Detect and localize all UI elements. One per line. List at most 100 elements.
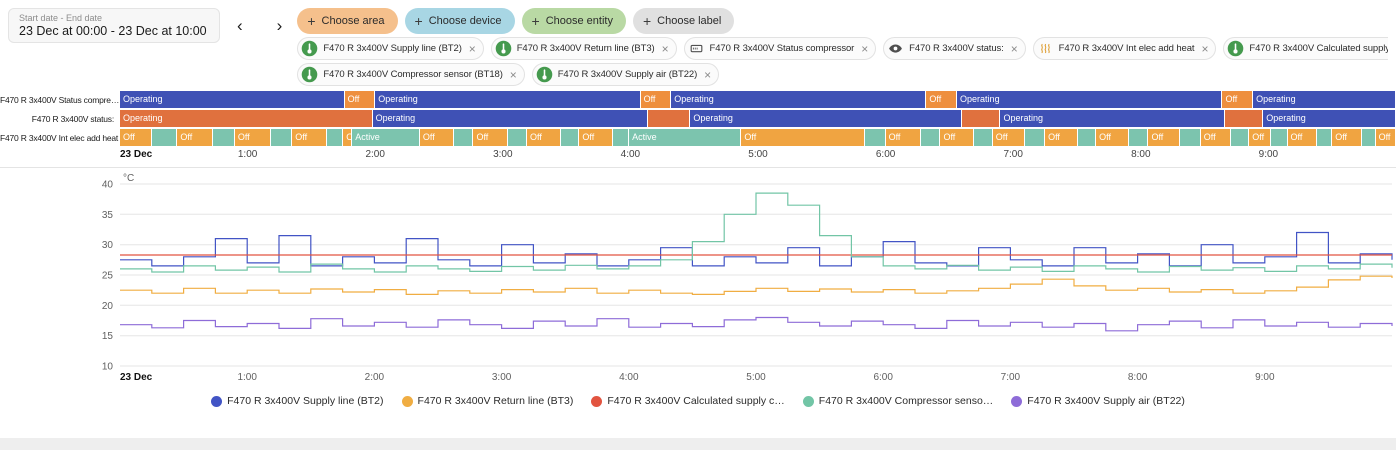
legend-item[interactable]: F470 R 3x400V Compressor senso… [803,395,994,407]
history-chart[interactable]: 10152025303540°C23 Dec1:002:003:004:005:… [0,170,1396,388]
entity-chip[interactable]: F470 R 3x400V Supply line (BT2)× [297,37,483,60]
timeline-segment[interactable] [561,129,579,146]
timeline-segment[interactable]: Off [1201,129,1232,146]
timeline-segment[interactable] [454,129,473,146]
legend-dot [591,396,602,407]
entity-chip[interactable]: F470 R 3x400V Calculated supply climate … [1223,37,1388,60]
x-tick-label: 9:00 [1255,372,1275,383]
remove-chip-icon[interactable]: × [861,43,868,55]
thermometer-icon [495,40,512,57]
timeline-segment[interactable]: Off [420,129,454,146]
timeline-segment[interactable] [1317,129,1332,146]
timeline-segment[interactable]: Operating [957,91,1222,108]
timeline-segment[interactable] [1180,129,1200,146]
timeline-segment[interactable]: Off [343,129,352,146]
timeline-segment[interactable]: Off [1045,129,1078,146]
time-tick: 23 Dec [120,149,152,160]
timeline-segment[interactable] [1025,129,1045,146]
timeline-segment[interactable]: Off [641,91,672,108]
date-range-field[interactable]: Start date - End date 23 Dec at 00:00 - … [8,8,220,43]
timeline-segment[interactable]: Off [1332,129,1361,146]
timeline-segment[interactable]: Operating [120,110,373,127]
date-range-value: 23 Dec at 00:00 - 23 Dec at 10:00 [19,24,209,38]
timeline-segment[interactable] [921,129,940,146]
timeline-segment[interactable]: Off [993,129,1025,146]
remove-chip-icon[interactable]: × [704,69,711,81]
timeline-segment[interactable] [152,129,178,146]
timeline-segment[interactable] [1129,129,1148,146]
timeline-segment[interactable]: Operating [690,110,962,127]
next-button[interactable]: › [274,17,286,34]
timeline-segment[interactable] [648,110,690,127]
legend-label: F470 R 3x400V Return line (BT3) [418,395,574,407]
x-tick-label: 3:00 [492,372,512,383]
remove-chip-icon[interactable]: × [662,43,669,55]
timeline-segment[interactable]: Off [235,129,271,146]
chip-choose-area[interactable]: +Choose area [297,8,397,34]
timeline-segment[interactable]: Off [1376,129,1396,146]
series-line [120,233,1392,266]
timeline-segment[interactable]: Off [527,129,561,146]
entity-chip[interactable]: F470 R 3x400V Status compressor× [684,37,877,60]
timeline-segment[interactable] [962,110,1000,127]
timeline-segment[interactable]: Off [741,129,865,146]
chip-choose-device[interactable]: +Choose device [405,8,515,34]
entity-chip[interactable]: F470 R 3x400V Return line (BT3)× [491,37,677,60]
timeline-segment[interactable] [327,129,344,146]
timeline-segment[interactable]: Off [940,129,973,146]
timeline-row-label: F470 R 3x400V Int elec add heat [0,133,120,143]
timeline-segment[interactable] [271,129,293,146]
timeline-segment[interactable] [1078,129,1096,146]
timeline-segment[interactable] [974,129,993,146]
prev-button[interactable]: ‹ [234,17,246,34]
remove-chip-icon[interactable]: × [469,43,476,55]
timeline-segment[interactable]: Off [1288,129,1317,146]
timeline-segment[interactable] [213,129,235,146]
timeline-segment[interactable]: Operating [375,91,640,108]
remove-chip-icon[interactable]: × [510,69,517,81]
timeline-segment[interactable]: Off [1148,129,1180,146]
timeline-segment[interactable]: Off [177,129,213,146]
timeline-segment[interactable] [1231,129,1249,146]
chip-choose-label[interactable]: +Choose label [633,8,734,34]
timeline-segment[interactable]: Off [473,129,507,146]
timeline-segment[interactable]: Off [345,91,376,108]
timeline-segment[interactable]: Active [352,129,420,146]
timeline-segment[interactable] [613,129,630,146]
remove-chip-icon[interactable]: × [1201,43,1208,55]
timeline-segment[interactable] [1362,129,1376,146]
chip-choose-entity[interactable]: +Choose entity [522,8,626,34]
entity-chip[interactable]: F470 R 3x400V Compressor sensor (BT18)× [297,63,524,86]
timeline-row: F470 R 3x400V Int elec add heatOffOffOff… [0,129,1396,146]
timeline-segment[interactable]: Operating [1000,110,1225,127]
timeline-segment[interactable]: Operating [671,91,926,108]
timeline-segment[interactable]: Off [926,91,957,108]
timeline-segment[interactable] [865,129,885,146]
legend-item[interactable]: F470 R 3x400V Supply line (BT2) [211,395,383,407]
entity-chip[interactable]: F470 R 3x400V Int elec add heat× [1033,37,1217,60]
timeline-segment[interactable]: Off [1249,129,1271,146]
timeline-segment[interactable]: Off [886,129,922,146]
timeline-segment[interactable]: Operating [1263,110,1396,127]
time-tick: 5:00 [748,149,767,160]
timeline-segment[interactable]: Operating [120,91,345,108]
plus-icon: + [643,14,651,28]
timeline-segment[interactable]: Operating [373,110,649,127]
remove-chip-icon[interactable]: × [1011,43,1018,55]
entity-chip[interactable]: F470 R 3x400V Supply air (BT22)× [532,63,719,86]
legend-item[interactable]: F470 R 3x400V Supply air (BT22) [1011,395,1185,407]
timeline-segment[interactable]: Off [120,129,152,146]
legend-item[interactable]: F470 R 3x400V Return line (BT3) [402,395,574,407]
timeline-segment[interactable] [1271,129,1288,146]
timeline-segment[interactable] [508,129,527,146]
timeline-segment[interactable]: Off [1222,91,1253,108]
timeline-segment[interactable]: Active [629,129,741,146]
timeline-segment[interactable] [1225,110,1263,127]
timeline-segment[interactable]: Off [292,129,326,146]
entity-chip[interactable]: F470 R 3x400V status:× [883,37,1025,60]
timeline-segment[interactable]: Operating [1253,91,1396,108]
toolbar: Start date - End date 23 Dec at 00:00 - … [0,0,1396,88]
legend-item[interactable]: F470 R 3x400V Calculated supply c… [591,395,784,407]
timeline-segment[interactable]: Off [579,129,612,146]
timeline-segment[interactable]: Off [1096,129,1129,146]
